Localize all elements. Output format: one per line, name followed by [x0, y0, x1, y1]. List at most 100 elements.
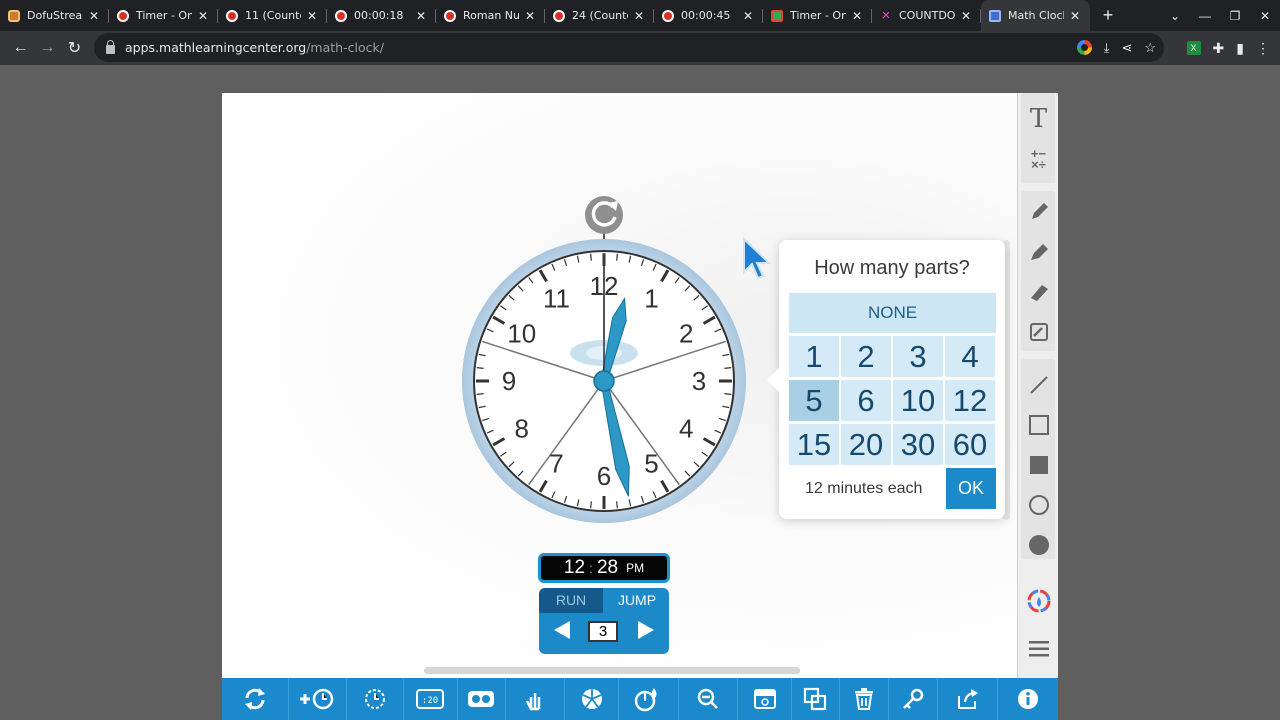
tab-close-icon[interactable]: ✕ — [850, 9, 864, 23]
digital-ampm: PM — [626, 561, 645, 575]
parts-option[interactable]: 2 — [841, 336, 891, 377]
rectangle-fill-icon[interactable] — [1018, 447, 1059, 483]
browser-tab[interactable]: Math Clock ✕ — [981, 0, 1090, 31]
image-icon[interactable] — [738, 678, 793, 720]
tab-title: 11 (Countdown) — [245, 9, 301, 22]
clock-number: 5 — [644, 448, 658, 478]
parts-option[interactable]: 20 — [841, 424, 891, 465]
minute-tick — [724, 393, 732, 395]
bookmark-star-icon[interactable]: ☆ — [1144, 40, 1156, 56]
install-icon[interactable]: ⤓ — [1104, 40, 1110, 56]
highlighter-icon[interactable] — [1018, 274, 1059, 310]
tab-close-icon[interactable]: ✕ — [414, 9, 428, 23]
chrome-menu-icon[interactable]: ⋮ — [1256, 40, 1270, 57]
browser-tab[interactable]: Timer - Online ✕ — [109, 0, 218, 31]
url-path: /math-clock/ — [306, 40, 384, 55]
parts-option[interactable]: 1 — [789, 336, 839, 377]
step-back-icon[interactable] — [554, 621, 570, 639]
tab-close-icon[interactable]: ✕ — [87, 9, 101, 23]
step-forward-icon[interactable] — [638, 621, 654, 639]
browser-tab[interactable]: 00:00:45 ✕ — [654, 0, 763, 31]
browser-tab[interactable]: 11 (Countdown) ✕ — [218, 0, 327, 31]
sheets-extension-icon[interactable]: X — [1186, 41, 1201, 55]
tab-close-icon[interactable]: ✕ — [523, 9, 537, 23]
run-tab[interactable]: RUN — [539, 588, 603, 613]
horizontal-scrollbar[interactable] — [424, 667, 800, 674]
address-bar[interactable]: apps.mathlearningcenter.org/math-clock/ … — [94, 33, 1164, 62]
svg-text::20: :20 — [422, 696, 438, 706]
text-icon[interactable]: T — [1018, 101, 1059, 137]
clock-options-icon[interactable] — [347, 678, 404, 720]
parts-none-button[interactable]: NONE — [789, 293, 996, 333]
browser-tab[interactable]: 24 (Countdown) ✕ — [545, 0, 654, 31]
step-input[interactable]: 3 — [588, 621, 618, 642]
back-icon[interactable]: ← — [7, 39, 34, 57]
tab-close-icon[interactable]: ✕ — [1068, 9, 1082, 23]
parts-option[interactable]: 10 — [893, 380, 943, 421]
add-clock-icon[interactable] — [289, 678, 347, 720]
browser-tab[interactable]: Roman Numerals ✕ — [436, 0, 545, 31]
analog-clock[interactable]: 12 1 2 3 4 5 6 7 8 9 10 11 — [458, 193, 750, 525]
tab-close-icon[interactable]: ✕ — [959, 9, 973, 23]
marker-icon[interactable] — [1018, 234, 1059, 270]
restore-icon[interactable]: ❐ — [1220, 9, 1250, 23]
tab-close-icon[interactable]: ✕ — [741, 9, 755, 23]
toggle-display-icon[interactable] — [458, 678, 506, 720]
parts-option[interactable]: 60 — [945, 424, 995, 465]
drag-hand-icon[interactable] — [506, 678, 565, 720]
browser-tab[interactable]: ✕ COUNTDOWN ✕ — [872, 0, 981, 31]
rotate-handle-icon[interactable] — [585, 196, 623, 234]
circle-outline-icon[interactable] — [1018, 487, 1059, 523]
key-icon[interactable] — [889, 678, 939, 720]
parts-option[interactable]: 30 — [893, 424, 943, 465]
jump-tab[interactable]: JUMP — [605, 588, 669, 613]
parts-option[interactable]: 4 — [945, 336, 995, 377]
tab-close-icon[interactable]: ✕ — [196, 9, 210, 23]
eraser-icon[interactable] — [1018, 314, 1059, 350]
trash-icon[interactable] — [840, 678, 890, 720]
minimize-icon[interactable]: — — [1190, 9, 1220, 23]
new-tab-button[interactable]: + — [1090, 0, 1126, 31]
browser-tab[interactable]: DofuStream ✕ — [0, 0, 109, 31]
math-symbols-icon[interactable]: +− ×÷ — [1018, 141, 1059, 177]
digital-separator: : — [589, 560, 593, 576]
google-icon[interactable] — [1076, 40, 1092, 55]
center-pin — [593, 370, 615, 392]
share-icon[interactable] — [938, 678, 998, 720]
pen-icon[interactable] — [1018, 194, 1059, 230]
parts-option[interactable]: 12 — [945, 380, 995, 421]
share-page-icon[interactable]: ⋖ — [1121, 40, 1132, 56]
circle-fill-icon[interactable] — [1018, 527, 1059, 563]
line-icon[interactable] — [1018, 367, 1059, 403]
extensions-puzzle-icon[interactable]: ✚ — [1213, 40, 1225, 57]
parts-option[interactable]: 6 — [841, 380, 891, 421]
browser-tab[interactable]: Timer - Online ✕ — [763, 0, 872, 31]
side-panel-icon[interactable]: ▮ — [1236, 40, 1244, 57]
parts-ok-button[interactable]: OK — [946, 468, 996, 509]
menu-icon[interactable] — [1018, 631, 1059, 667]
digital-display-icon[interactable]: :20 — [404, 678, 459, 720]
browser-tab[interactable]: 00:00:18 ✕ — [327, 0, 436, 31]
parts-icon[interactable] — [565, 678, 620, 720]
forward-icon[interactable]: → — [34, 39, 61, 57]
tab-close-icon[interactable]: ✕ — [305, 9, 319, 23]
color-picker-icon[interactable] — [1018, 583, 1059, 619]
timer-icon — [662, 9, 674, 22]
parts-option[interactable]: 15 — [789, 424, 839, 465]
color-fill-icon[interactable] — [619, 678, 679, 720]
digital-time-display[interactable]: 12 : 28 PM — [538, 553, 670, 583]
lock-icon[interactable] — [106, 40, 115, 54]
parts-option[interactable]: 5 — [789, 380, 839, 421]
duplicate-icon[interactable] — [792, 678, 840, 720]
close-window-icon[interactable]: ✕ — [1250, 9, 1280, 23]
tab-search-icon[interactable]: ⌄ — [1160, 9, 1190, 23]
info-icon[interactable] — [998, 678, 1058, 720]
zoom-out-icon[interactable] — [679, 678, 738, 720]
reset-icon[interactable] — [222, 678, 290, 720]
clock-number: 8 — [514, 414, 528, 444]
tab-close-icon[interactable]: ✕ — [632, 9, 646, 23]
parts-option[interactable]: 3 — [893, 336, 943, 377]
reload-icon[interactable]: ↻ — [61, 38, 88, 58]
rectangle-outline-icon[interactable] — [1018, 407, 1059, 443]
tab-title: Timer - Online — [790, 9, 846, 22]
